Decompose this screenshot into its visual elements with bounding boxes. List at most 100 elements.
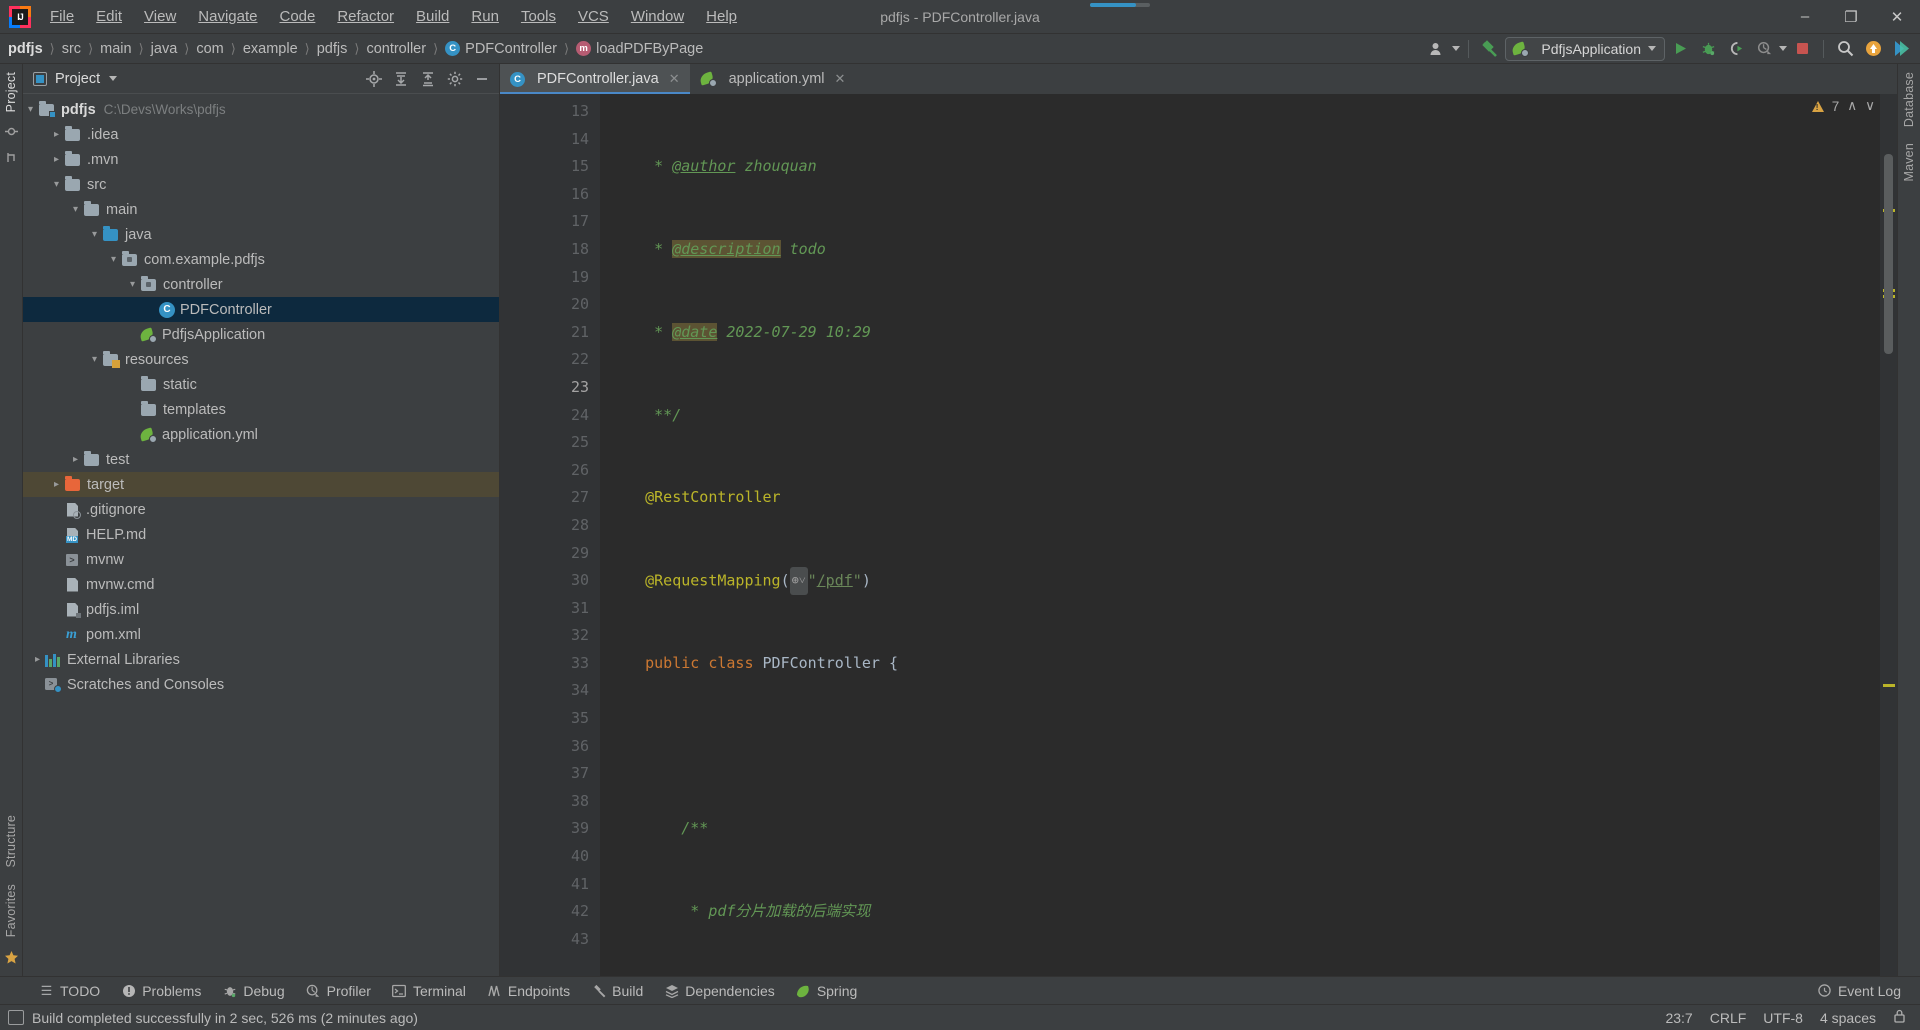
chevron-right-icon[interactable]: ▸ [49, 129, 64, 140]
editor-gutter[interactable]: 13 14 15 16 17 18 19 20 21 22 23 24 25 2… [500, 94, 600, 976]
chevron-right-icon[interactable]: ▸ [30, 654, 45, 665]
menu-run[interactable]: Run [460, 4, 510, 29]
tree-row-mvn[interactable]: ▸ .mvn [23, 147, 499, 172]
chevron-right-icon[interactable]: ▸ [68, 454, 83, 465]
menu-edit[interactable]: Edit [85, 4, 133, 29]
menu-window[interactable]: Window [620, 4, 695, 29]
tree-row-pdfjs[interactable]: ▾ pdfjs C:\Devs\Works\pdfjs [23, 97, 499, 122]
tool-window-event-log[interactable]: Event Log [1808, 980, 1910, 1002]
collapse-all-icon[interactable] [417, 68, 439, 90]
tree-row-resources[interactable]: ▾ resources [23, 347, 499, 372]
expand-all-icon[interactable] [390, 68, 412, 90]
breadcrumb-main[interactable]: main [98, 39, 133, 59]
tree-row-mvnw-cmd[interactable]: mvnw.cmd [23, 572, 499, 597]
chevron-down-icon[interactable]: ▾ [87, 354, 102, 365]
editor-scrollbar-thumb[interactable] [1884, 154, 1893, 354]
tool-window-problems[interactable]: Problems [112, 980, 210, 1002]
tree-row-target[interactable]: ▸ target [23, 472, 499, 497]
next-problem-icon[interactable]: ∨ [1865, 98, 1875, 114]
chevron-down-icon[interactable]: ▾ [23, 104, 38, 115]
chevron-down-icon[interactable]: ▾ [106, 254, 121, 265]
tree-row-package-controller[interactable]: ▾ controller [23, 272, 499, 297]
pull-requests-icon[interactable] [5, 146, 18, 172]
breadcrumb-com[interactable]: com [194, 39, 225, 59]
tool-window-endpoints[interactable]: Endpoints [478, 980, 579, 1002]
line-separator[interactable]: CRLF [1710, 1010, 1747, 1026]
menu-view[interactable]: View [133, 4, 187, 29]
user-dropdown-caret-icon[interactable] [1452, 46, 1461, 51]
profiler-dropdown-caret-icon[interactable] [1779, 46, 1787, 51]
close-button[interactable]: ✕ [1874, 0, 1920, 34]
tree-row-scratches-and-consoles[interactable]: > Scratches and Consoles [23, 672, 499, 697]
close-icon[interactable]: ✕ [835, 71, 846, 87]
code-text[interactable]: * @author zhouquan * @description todo *… [600, 94, 1879, 976]
menu-help[interactable]: Help [695, 4, 748, 29]
chevron-down-icon[interactable]: ▾ [125, 279, 140, 290]
tree-row-external-libraries[interactable]: ▸ External Libraries [23, 647, 499, 672]
breadcrumb-pdfjs-pkg[interactable]: pdfjs [315, 39, 350, 59]
tool-window-spring[interactable]: Spring [787, 980, 866, 1002]
tree-row-java[interactable]: ▾ java [23, 222, 499, 247]
debug-icon[interactable] [1695, 37, 1721, 61]
file-encoding[interactable]: UTF-8 [1763, 1010, 1803, 1026]
project-view-dropdown-caret-icon[interactable] [109, 76, 118, 81]
commit-icon[interactable] [4, 120, 18, 146]
menu-file[interactable]: File [39, 4, 85, 29]
tool-window-terminal[interactable]: Terminal [383, 980, 475, 1002]
tool-strip-favorites[interactable]: Favorites [1, 876, 21, 945]
chevron-right-icon[interactable]: ▸ [49, 479, 64, 490]
breadcrumb-class[interactable]: C PDFController [443, 39, 559, 59]
build-hammer-icon[interactable] [1477, 37, 1503, 61]
run-icon[interactable] [1667, 37, 1693, 61]
menu-vcs[interactable]: VCS [567, 4, 620, 29]
code-editor[interactable]: 7 ∧ ∨ 13 14 15 16 17 18 19 20 21 22 23 [500, 94, 1897, 976]
user-icon[interactable] [1424, 37, 1450, 61]
chevron-down-icon[interactable]: ▾ [68, 204, 83, 215]
run-configuration-selector[interactable]: PdfjsApplication [1505, 36, 1665, 61]
prev-problem-icon[interactable]: ∧ [1847, 98, 1857, 114]
search-everywhere-icon[interactable] [1832, 37, 1858, 61]
tool-strip-structure[interactable]: Structure [1, 807, 21, 876]
tool-window-profiler[interactable]: Profiler [297, 980, 380, 1002]
breadcrumb-src[interactable]: src [60, 39, 83, 59]
chevron-down-icon[interactable]: ▾ [49, 179, 64, 190]
run-coverage-icon[interactable] [1723, 37, 1749, 61]
tool-window-dependencies[interactable]: Dependencies [655, 980, 784, 1002]
ide-features-icon[interactable] [1888, 37, 1914, 61]
breadcrumb-controller[interactable]: controller [364, 39, 428, 59]
menu-tools[interactable]: Tools [510, 4, 567, 29]
tree-row-pdfjsapplication[interactable]: PdfjsApplication [23, 322, 499, 347]
menu-build[interactable]: Build [405, 4, 460, 29]
tool-strip-project[interactable]: Project [1, 64, 21, 120]
editor-error-stripe[interactable] [1879, 94, 1897, 976]
breadcrumb-example[interactable]: example [241, 39, 300, 59]
breadcrumb-java[interactable]: java [149, 39, 180, 59]
tree-row-application-yml[interactable]: application.yml [23, 422, 499, 447]
stripe-mark-warning[interactable] [1883, 684, 1895, 687]
tree-row-templates[interactable]: templates [23, 397, 499, 422]
lock-icon[interactable] [1893, 1009, 1906, 1026]
tree-row-idea[interactable]: ▸ .idea [23, 122, 499, 147]
chevron-right-icon[interactable]: ▸ [49, 154, 64, 165]
close-icon[interactable]: ✕ [669, 71, 680, 87]
tree-row-help-md[interactable]: MD HELP.md [23, 522, 499, 547]
tree-row-pom-xml[interactable]: m pom.xml [23, 622, 499, 647]
tool-window-todo[interactable]: ☰ TODO [30, 980, 109, 1002]
tree-row-pdfcontroller[interactable]: C PDFController [23, 297, 499, 322]
editor-tab-application-yml[interactable]: application.yml ✕ [690, 64, 856, 94]
maximize-button[interactable]: ❐ [1828, 0, 1874, 34]
tree-row-test[interactable]: ▸ test [23, 447, 499, 472]
tree-row-mvnw[interactable]: > mvnw [23, 547, 499, 572]
editor-tab-pdfcontroller[interactable]: C PDFController.java ✕ [500, 64, 690, 94]
tree-row-main[interactable]: ▾ main [23, 197, 499, 222]
caret-position[interactable]: 23:7 [1665, 1010, 1692, 1026]
stop-icon[interactable] [1789, 37, 1815, 61]
tool-strip-maven[interactable]: Maven [1899, 135, 1919, 190]
tree-row-static[interactable]: static [23, 372, 499, 397]
settings-gear-icon[interactable] [444, 68, 466, 90]
indent-setting[interactable]: 4 spaces [1820, 1010, 1876, 1026]
update-icon[interactable] [1860, 37, 1886, 61]
menu-navigate[interactable]: Navigate [187, 4, 268, 29]
tree-row-package-com-example-pdfjs[interactable]: ▾ com.example.pdfjs [23, 247, 499, 272]
profiler-icon[interactable] [1751, 37, 1777, 61]
